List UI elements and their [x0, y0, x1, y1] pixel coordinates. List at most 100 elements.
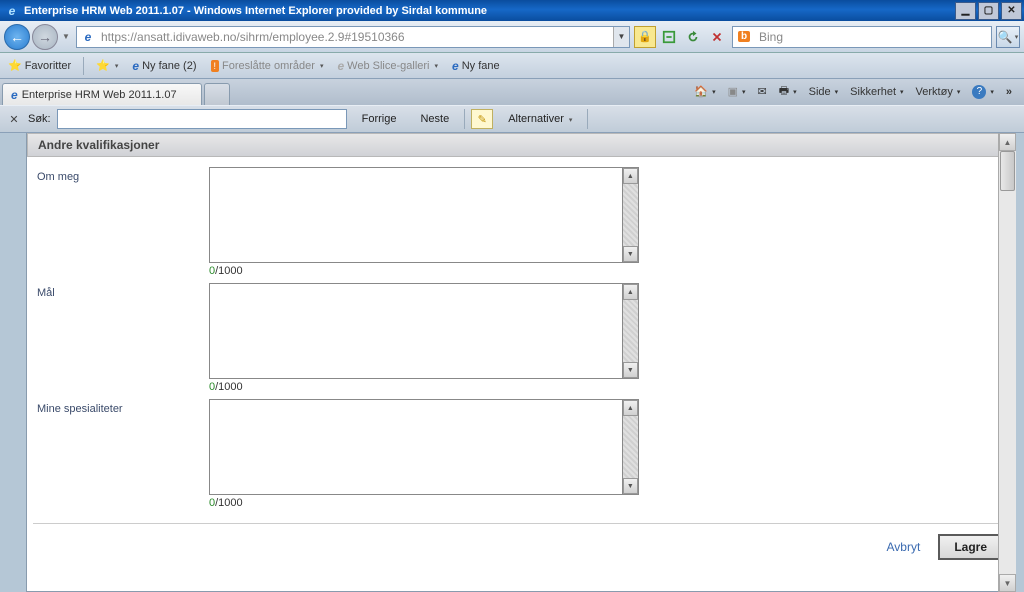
find-bar: ✕ Søk: Forrige Neste ✎ Alternativer ▾ [0, 105, 1024, 133]
ie-icon: e [132, 59, 139, 73]
tools-menu[interactable]: Verktøy▾ [912, 84, 965, 100]
form-row: Om meg ▲ ▼ 0/1000 [31, 167, 995, 279]
form-row: Mål ▲ ▼ 0/1000 [31, 283, 995, 395]
address-bar[interactable]: e ▼ [76, 26, 630, 48]
forward-button[interactable]: → [32, 24, 58, 50]
suggested-label: Foreslåtte områder [222, 60, 315, 72]
lock-icon[interactable]: 🔒 [634, 26, 656, 48]
url-input[interactable] [99, 28, 613, 46]
find-close-button[interactable]: ✕ [6, 111, 22, 127]
form-row: Mine spesialiteter ▲ ▼ 0/1000 [31, 399, 995, 511]
textarea-scrollbar[interactable]: ▲ ▼ [623, 399, 639, 495]
ie-icon: e [337, 59, 344, 73]
char-counter: 0/1000 [209, 495, 639, 511]
tab-active[interactable]: e Enterprise HRM Web 2011.1.07 [2, 83, 202, 105]
scroll-up-icon[interactable]: ▲ [623, 168, 638, 184]
close-button[interactable]: ✕ [1001, 2, 1022, 20]
webslice-link[interactable]: e Web Slice-galleri ▾ [333, 57, 442, 75]
scroll-down-icon[interactable]: ▼ [623, 478, 638, 494]
specialities-textarea[interactable] [209, 399, 623, 495]
favorites-bar: ⭐ Favoritter ⭐▾ e Ny fane (2) ! Foreslåt… [0, 53, 1024, 79]
field-label: Mine spesialiteter [31, 399, 209, 511]
textarea-scrollbar[interactable]: ▲ ▼ [623, 167, 639, 263]
nyfane2-label: Ny fane (2) [142, 60, 196, 72]
star-icon: ⭐ [8, 59, 22, 72]
maximize-button[interactable]: ▢ [978, 2, 999, 20]
nyfane2-link[interactable]: e Ny fane (2) [128, 57, 200, 75]
add-favorite-button[interactable]: ⭐▾ [92, 57, 122, 74]
find-input[interactable] [57, 109, 347, 129]
search-button[interactable]: 🔍▾ [996, 26, 1020, 48]
scroll-up-icon[interactable]: ▲ [623, 400, 638, 416]
scroll-up-button[interactable]: ▲ [999, 133, 1016, 151]
compat-view-icon[interactable] [658, 26, 680, 48]
goals-textarea[interactable] [209, 283, 623, 379]
scroll-thumb[interactable] [1000, 151, 1015, 191]
find-label: Søk: [28, 113, 51, 125]
scroll-down-icon[interactable]: ▼ [623, 362, 638, 378]
page-content: Andre kvalifikasjoner Om meg ▲ ▼ 0/1000 [26, 133, 1016, 592]
field-label: Om meg [31, 167, 209, 279]
rss-icon: ▣ [728, 85, 738, 98]
about-me-textarea[interactable] [209, 167, 623, 263]
back-button[interactable]: ← [4, 24, 30, 50]
nyfane-link[interactable]: e Ny fane [448, 57, 504, 75]
url-dropdown[interactable]: ▼ [613, 27, 629, 47]
mail-icon: ✉ [758, 85, 767, 98]
feeds-button[interactable]: ▣▾ [724, 83, 750, 100]
save-button[interactable]: Lagre [938, 534, 1003, 560]
tab-label: Enterprise HRM Web 2011.1.07 [22, 89, 177, 101]
scroll-down-button[interactable]: ▼ [999, 574, 1016, 592]
ie-page-icon: e [80, 29, 96, 45]
textarea-scrollbar[interactable]: ▲ ▼ [623, 283, 639, 379]
scroll-up-icon[interactable]: ▲ [623, 284, 638, 300]
ie-icon: e [11, 88, 18, 102]
char-counter: 0/1000 [209, 379, 639, 395]
char-counter: 0/1000 [209, 263, 639, 279]
page-menu[interactable]: Side▾ [805, 84, 843, 100]
minimize-button[interactable]: ▁ [955, 2, 976, 20]
find-next-button[interactable]: Neste [411, 109, 458, 129]
help-button[interactable]: ?▾ [968, 83, 998, 101]
refresh-icon[interactable] [682, 26, 704, 48]
mail-button[interactable]: ✉ [754, 83, 771, 100]
ie-logo-icon: e [4, 3, 20, 19]
stop-icon[interactable] [706, 26, 728, 48]
search-box[interactable]: b [732, 26, 992, 48]
window-title: Enterprise HRM Web 2011.1.07 - Windows I… [24, 5, 955, 17]
bulb-icon: ! [211, 60, 220, 72]
help-icon: ? [972, 85, 986, 99]
window-titlebar: e Enterprise HRM Web 2011.1.07 - Windows… [0, 0, 1024, 21]
highlight-button[interactable]: ✎ [471, 109, 493, 129]
print-button[interactable]: 🖶▾ [775, 80, 801, 103]
scroll-down-icon[interactable]: ▼ [623, 246, 638, 262]
separator [464, 109, 465, 129]
nyfane-label: Ny fane [462, 60, 500, 72]
home-icon: 🏠 [694, 85, 708, 98]
search-input[interactable] [755, 28, 991, 46]
separator [83, 57, 84, 75]
find-prev-button[interactable]: Forrige [353, 109, 406, 129]
home-button[interactable]: 🏠▾ [690, 83, 719, 100]
print-icon: 🖶 [779, 82, 789, 101]
suggested-sites-link[interactable]: ! Foreslåtte områder ▾ [207, 58, 328, 74]
content-area: Andre kvalifikasjoner Om meg ▲ ▼ 0/1000 [0, 133, 1024, 592]
favorites-label: Favoritter [25, 60, 71, 72]
page-label: Side [809, 86, 831, 98]
tools-label: Verktøy [916, 86, 953, 98]
highlight-icon: ✎ [478, 113, 487, 126]
form-footer: Avbryt Lagre [33, 523, 1009, 570]
safety-menu[interactable]: Sikkerhet▾ [846, 84, 907, 100]
cancel-button[interactable]: Avbryt [879, 536, 929, 558]
overflow-button[interactable]: » [1002, 84, 1016, 100]
favorites-button[interactable]: ⭐ Favoritter [4, 57, 75, 74]
find-options-button[interactable]: Alternativer ▾ [499, 109, 581, 129]
section-title: Andre kvalifikasjoner [27, 133, 1015, 157]
nav-history-dropdown[interactable]: ▼ [60, 32, 72, 41]
page-scrollbar[interactable]: ▲ ▼ [998, 133, 1016, 592]
ie-icon: e [452, 59, 459, 73]
safety-label: Sikkerhet [850, 86, 896, 98]
new-tab-button[interactable] [204, 83, 230, 105]
star-add-icon: ⭐ [96, 59, 110, 72]
field-label: Mål [31, 283, 209, 395]
